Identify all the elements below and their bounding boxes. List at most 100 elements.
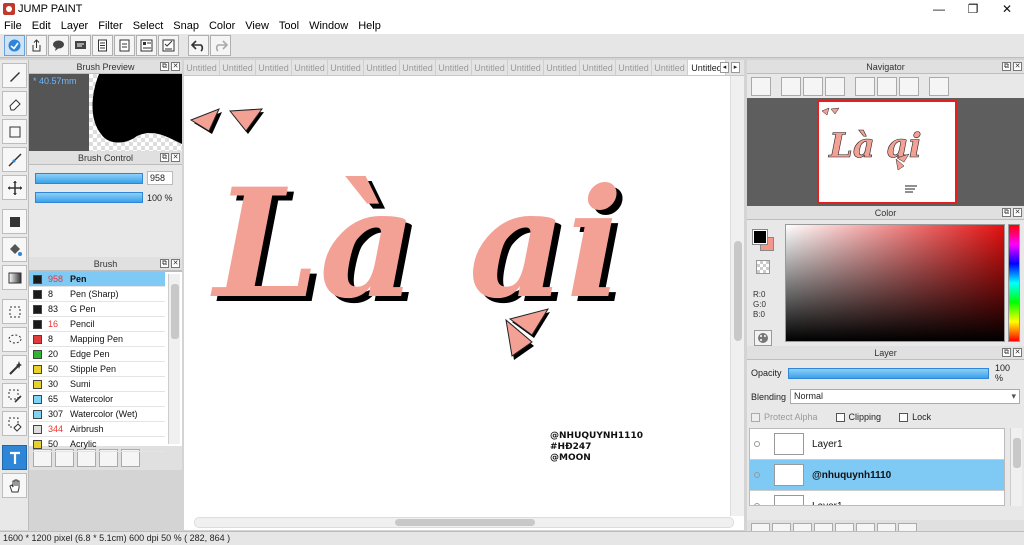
brush-list-item[interactable]: 344 Airbrush (29, 422, 165, 437)
panel-close-icon[interactable]: ✕ (171, 153, 180, 162)
document-tab[interactable]: Untitled (220, 60, 256, 75)
panel-float-icon[interactable]: ⧉ (1002, 62, 1011, 71)
layer-item[interactable]: Layer1 (750, 429, 1004, 460)
document-tab[interactable]: Untitled (436, 60, 472, 75)
brush-list-item[interactable]: 958 Pen (29, 272, 165, 287)
rotate-left-button[interactable] (855, 76, 875, 96)
panel-float-icon[interactable]: ⧉ (1002, 208, 1011, 217)
close-button[interactable]: ✕ (990, 0, 1024, 17)
brush-list-scrollbar[interactable] (168, 274, 180, 444)
brush-list-item[interactable]: 50 Acrylic (29, 437, 165, 452)
document-tab[interactable]: Untitled (616, 60, 652, 75)
lock-checkbox[interactable] (899, 412, 909, 422)
brush-list-item[interactable]: 8 Mapping Pen (29, 332, 165, 347)
menu-select[interactable]: Select (133, 20, 164, 32)
tool-lasso[interactable] (2, 327, 27, 352)
zoom-in-button[interactable] (781, 76, 801, 96)
scrollbar-thumb[interactable] (734, 241, 742, 341)
tool-magic-wand[interactable] (2, 355, 27, 380)
menu-layer[interactable]: Layer (61, 20, 89, 32)
tool-brush[interactable] (2, 63, 27, 88)
tool-eraser[interactable] (2, 91, 27, 116)
cloud-sync-button[interactable] (4, 35, 25, 56)
document-tab[interactable]: Untitled (328, 60, 364, 75)
flip-button[interactable] (929, 76, 949, 96)
document-tab[interactable]: Untitled (400, 60, 436, 75)
transparent-color-swatch[interactable] (756, 260, 770, 274)
document-tab[interactable]: Untitled (364, 60, 400, 75)
checklist-button[interactable] (158, 35, 179, 56)
brush-list-item[interactable]: 30 Sumi (29, 377, 165, 392)
reset-rotation-button[interactable] (877, 76, 897, 96)
undo-button[interactable] (188, 35, 209, 56)
panel-close-icon[interactable]: ✕ (1013, 208, 1022, 217)
hue-slider[interactable] (1008, 224, 1020, 342)
panel-float-icon[interactable]: ⧉ (160, 153, 169, 162)
document-tab[interactable]: Untitled (256, 60, 292, 75)
tab-scroll-left-icon[interactable]: ◂ (720, 62, 729, 73)
blending-select[interactable]: Normal (790, 389, 1020, 404)
tool-select-eraser[interactable] (2, 411, 27, 436)
layer-opacity-slider[interactable] (787, 367, 990, 379)
tool-rectangle[interactable] (2, 119, 27, 144)
panel-float-icon[interactable]: ⧉ (160, 62, 169, 71)
document-tab[interactable]: Untitled (292, 60, 328, 75)
tool-fill-rect[interactable] (2, 209, 27, 234)
minimize-button[interactable]: — (922, 0, 956, 17)
tool-line[interactable] (2, 147, 27, 172)
panel-close-icon[interactable]: ✕ (1013, 348, 1022, 357)
tool-hand[interactable] (2, 473, 27, 498)
brush-list-item[interactable]: 50 Stipple Pen (29, 362, 165, 377)
canvas-vertical-scrollbar[interactable] (730, 76, 744, 516)
navigator-thumbnail[interactable]: Là ai (817, 100, 957, 204)
menu-edit[interactable]: Edit (32, 20, 51, 32)
canvas-horizontal-scrollbar[interactable] (194, 517, 734, 528)
clipping-checkbox[interactable] (835, 412, 845, 422)
panel-close-icon[interactable]: ✕ (171, 259, 180, 268)
visibility-dot-icon[interactable] (754, 503, 760, 505)
zoom-out-button[interactable] (825, 76, 845, 96)
saturation-value-square[interactable] (785, 224, 1005, 342)
document-button[interactable] (92, 35, 113, 56)
scrollbar-thumb[interactable] (395, 519, 535, 526)
layer-item[interactable]: Layer1 (750, 491, 1004, 505)
zoom-search-button[interactable] (751, 76, 771, 96)
document-tab[interactable]: Untitled (184, 60, 220, 75)
restore-button[interactable]: ❐ (956, 0, 990, 17)
scrollbar-thumb[interactable] (171, 284, 179, 339)
brush-list-item[interactable]: 8 Pen (Sharp) (29, 287, 165, 302)
page-button[interactable] (114, 35, 135, 56)
tool-select-rect[interactable] (2, 299, 27, 324)
comment-button[interactable] (48, 35, 69, 56)
document-tab[interactable]: Untitled (472, 60, 508, 75)
brush-opacity-slider[interactable] (35, 192, 143, 203)
panel-close-icon[interactable]: ✕ (171, 62, 180, 71)
brush-size-field[interactable]: 958 (147, 171, 173, 185)
tab-scroll-right-icon[interactable]: ▸ (731, 62, 740, 73)
tool-select-pen[interactable] (2, 383, 27, 408)
menu-window[interactable]: Window (309, 20, 348, 32)
message-button[interactable] (70, 35, 91, 56)
rotate-right-button[interactable] (899, 76, 919, 96)
palette-button[interactable] (754, 330, 772, 346)
document-tab[interactable]: Untitled (544, 60, 580, 75)
visibility-dot-icon[interactable] (754, 441, 760, 447)
menu-filter[interactable]: Filter (98, 20, 122, 32)
redo-button[interactable] (210, 35, 231, 56)
brush-list-item[interactable]: 20 Edge Pen (29, 347, 165, 362)
brush-list-item[interactable]: 16 Pencil (29, 317, 165, 332)
brush-list-item[interactable]: 83 G Pen (29, 302, 165, 317)
panel-close-icon[interactable]: ✕ (1013, 62, 1022, 71)
menu-help[interactable]: Help (358, 20, 381, 32)
foreground-color-swatch[interactable] (752, 229, 768, 245)
tool-gradient[interactable] (2, 265, 27, 290)
brush-size-slider[interactable] (35, 172, 143, 184)
brush-list-item[interactable]: 307 Watercolor (Wet) (29, 407, 165, 422)
scrollbar-thumb[interactable] (1013, 438, 1021, 468)
menu-file[interactable]: File (4, 20, 22, 32)
drawing-canvas[interactable]: Là ai Là ai @NHUQUYNH1110 #HĐ247 @MOON (184, 76, 744, 530)
fit-view-button[interactable] (803, 76, 823, 96)
panel-float-icon[interactable]: ⧉ (160, 259, 169, 268)
document-tab[interactable]: Untitled (652, 60, 688, 75)
layer-item[interactable]: @nhuquynh1110 (750, 460, 1004, 491)
